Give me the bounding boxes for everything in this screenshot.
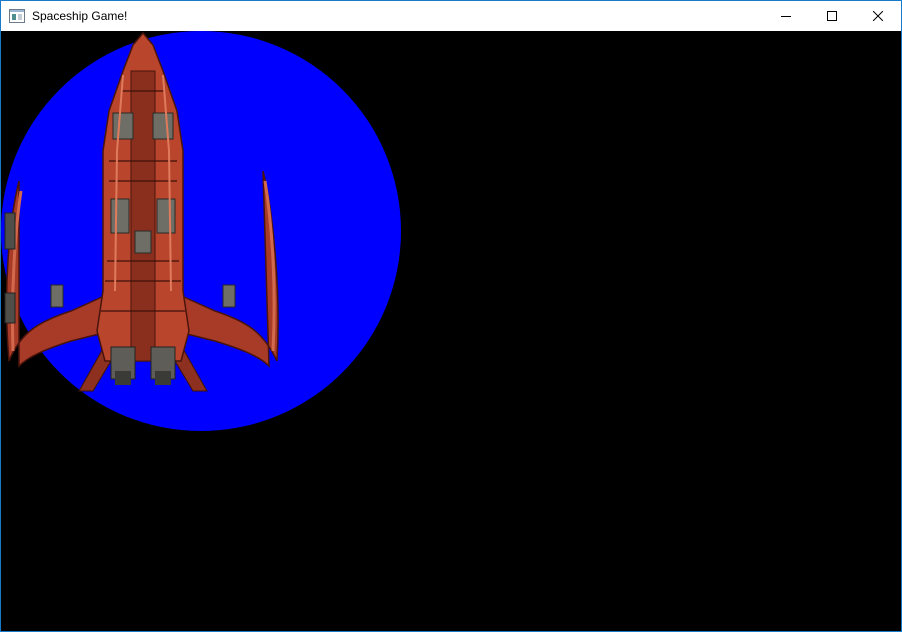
- minimize-icon: [781, 16, 791, 17]
- game-canvas[interactable]: [1, 31, 901, 631]
- title-bar[interactable]: Spaceship Game!: [1, 1, 901, 31]
- maximize-button[interactable]: [809, 1, 855, 31]
- maximize-icon: [827, 11, 837, 21]
- blue-circle: [1, 31, 401, 431]
- app-window-icon: [9, 8, 25, 24]
- window-title: Spaceship Game!: [32, 9, 128, 23]
- close-icon: [873, 11, 883, 21]
- game-window: Spaceship Game!: [0, 0, 902, 632]
- minimize-button[interactable]: [763, 1, 809, 31]
- close-button[interactable]: [855, 1, 901, 31]
- game-scene: [1, 31, 901, 631]
- window-controls: [763, 1, 901, 31]
